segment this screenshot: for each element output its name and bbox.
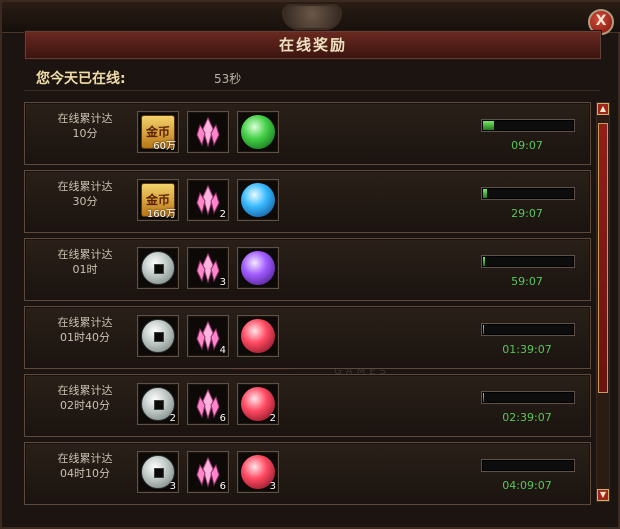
reward-slot[interactable]: 2 bbox=[137, 383, 179, 425]
item-quantity: 2 bbox=[219, 209, 226, 220]
item-quantity: 3 bbox=[219, 277, 226, 288]
reward-slot[interactable]: 6 bbox=[187, 451, 229, 493]
reward-slot[interactable]: 6 bbox=[187, 383, 229, 425]
progress-fill bbox=[483, 257, 485, 266]
coin-hole bbox=[154, 264, 164, 274]
reward-slot[interactable]: 4 bbox=[187, 315, 229, 357]
progress-bar bbox=[481, 323, 575, 336]
coin-hole bbox=[154, 400, 164, 410]
row-label-line2: 01时 bbox=[72, 263, 98, 276]
progress-bar bbox=[481, 459, 575, 472]
row-label-line1: 在线累计达 bbox=[57, 452, 113, 465]
reward-slot[interactable] bbox=[137, 315, 179, 357]
countdown-timer: 09:07 bbox=[511, 139, 543, 152]
reward-slot[interactable]: 3 bbox=[237, 451, 279, 493]
reward-slot[interactable]: 金币 160万 bbox=[137, 179, 179, 221]
reward-list: 游戏 GAMES 在线累计达 10分 金币 60万 bbox=[24, 98, 596, 528]
online-value: 53秒 bbox=[214, 72, 242, 86]
silver-coin-icon bbox=[141, 319, 175, 353]
progress-fill bbox=[483, 325, 484, 334]
window-title: 在线奖励 bbox=[278, 36, 347, 54]
blue-orb-icon bbox=[241, 183, 275, 217]
item-quantity: 6 bbox=[219, 413, 226, 424]
progress-fill bbox=[483, 189, 487, 198]
row-label: 在线累计达 01时40分 bbox=[49, 315, 121, 345]
row-label-line2: 30分 bbox=[72, 195, 98, 208]
countdown-timer: 02:39:07 bbox=[502, 411, 552, 424]
row-label-line1: 在线累计达 bbox=[57, 180, 113, 193]
scroll-thumb[interactable] bbox=[598, 123, 608, 393]
countdown-timer: 59:07 bbox=[511, 275, 543, 288]
row-label-line2: 02时40分 bbox=[60, 399, 110, 412]
item-quantity: 6 bbox=[219, 481, 226, 492]
row-label: 在线累计达 01时 bbox=[49, 247, 121, 277]
reward-slot[interactable]: 2 bbox=[237, 383, 279, 425]
reward-slot[interactable] bbox=[237, 179, 279, 221]
item-quantity: 3 bbox=[169, 481, 176, 492]
item-quantity: 2 bbox=[269, 413, 276, 424]
green-orb-icon bbox=[241, 115, 275, 149]
row-label: 在线累计达 02时40分 bbox=[49, 383, 121, 413]
row-label: 在线累计达 04时10分 bbox=[49, 451, 121, 481]
reward-slot[interactable]: 3 bbox=[187, 247, 229, 289]
reward-slot[interactable] bbox=[237, 111, 279, 153]
pink-crystal-icon bbox=[196, 116, 220, 148]
row-label-line1: 在线累计达 bbox=[57, 248, 113, 261]
item-quantity: 4 bbox=[219, 345, 226, 356]
reward-slot[interactable]: 金币 60万 bbox=[137, 111, 179, 153]
progress-bar bbox=[481, 187, 575, 200]
item-quantity: 2 bbox=[169, 413, 176, 424]
row-label-line2: 04时10分 bbox=[60, 467, 110, 480]
reward-list-scrollbar[interactable]: ▲ ▼ bbox=[596, 102, 610, 502]
reward-slot[interactable] bbox=[237, 247, 279, 289]
online-reward-window: X 在线奖励 您今天已在线: 53秒 游戏 GAMES 在线累计达 10分 金币… bbox=[0, 0, 620, 529]
reward-slot[interactable] bbox=[137, 247, 179, 289]
row-label: 在线累计达 30分 bbox=[49, 179, 121, 209]
progress-bar bbox=[481, 119, 575, 132]
online-status: 您今天已在线: 53秒 bbox=[24, 62, 600, 91]
item-quantity: 3 bbox=[269, 481, 276, 492]
reward-slot[interactable] bbox=[187, 111, 229, 153]
row-label-line2: 01时40分 bbox=[60, 331, 110, 344]
coin-hole bbox=[154, 468, 164, 478]
silver-coin-icon bbox=[141, 251, 175, 285]
row-label-line2: 10分 bbox=[72, 127, 98, 140]
purple-orb-icon bbox=[241, 251, 275, 285]
progress-fill bbox=[483, 121, 494, 130]
item-quantity: 160万 bbox=[146, 209, 176, 220]
reward-row: 在线累计达 01时 3 59:07 bbox=[24, 238, 591, 301]
online-label: 您今天已在线: bbox=[36, 71, 126, 87]
reward-row: 在线累计达 10分 金币 60万 09:07 bbox=[24, 102, 591, 165]
row-label: 在线累计达 10分 bbox=[49, 111, 121, 141]
scroll-down-button[interactable]: ▼ bbox=[597, 489, 609, 501]
reward-slot[interactable]: 3 bbox=[137, 451, 179, 493]
window-top-frame bbox=[2, 2, 620, 33]
scroll-up-button[interactable]: ▲ bbox=[597, 103, 609, 115]
reward-slot[interactable]: 2 bbox=[187, 179, 229, 221]
reward-row: 在线累计达 02时40分 2 6 2 02:39:07 bbox=[24, 374, 591, 437]
row-label-line1: 在线累计达 bbox=[57, 316, 113, 329]
progress-fill bbox=[483, 393, 484, 402]
row-label-line1: 在线累计达 bbox=[57, 112, 113, 125]
progress-bar bbox=[481, 391, 575, 404]
coin-hole bbox=[154, 332, 164, 342]
item-quantity: 60万 bbox=[153, 141, 176, 152]
reward-row: 在线累计达 30分 金币 160万 2 29:07 bbox=[24, 170, 591, 233]
countdown-timer: 04:09:07 bbox=[502, 479, 552, 492]
reward-row: 在线累计达 01时40分 4 01:39:07 bbox=[24, 306, 591, 369]
countdown-timer: 29:07 bbox=[511, 207, 543, 220]
progress-bar bbox=[481, 255, 575, 268]
countdown-timer: 01:39:07 bbox=[502, 343, 552, 356]
reward-slot[interactable] bbox=[237, 315, 279, 357]
red-orb-icon bbox=[241, 319, 275, 353]
row-label-line1: 在线累计达 bbox=[57, 384, 113, 397]
demon-head-ornament-icon bbox=[282, 4, 342, 30]
title-bar: 在线奖励 bbox=[24, 30, 602, 60]
reward-row: 在线累计达 04时10分 3 6 3 04:09:07 bbox=[24, 442, 591, 505]
